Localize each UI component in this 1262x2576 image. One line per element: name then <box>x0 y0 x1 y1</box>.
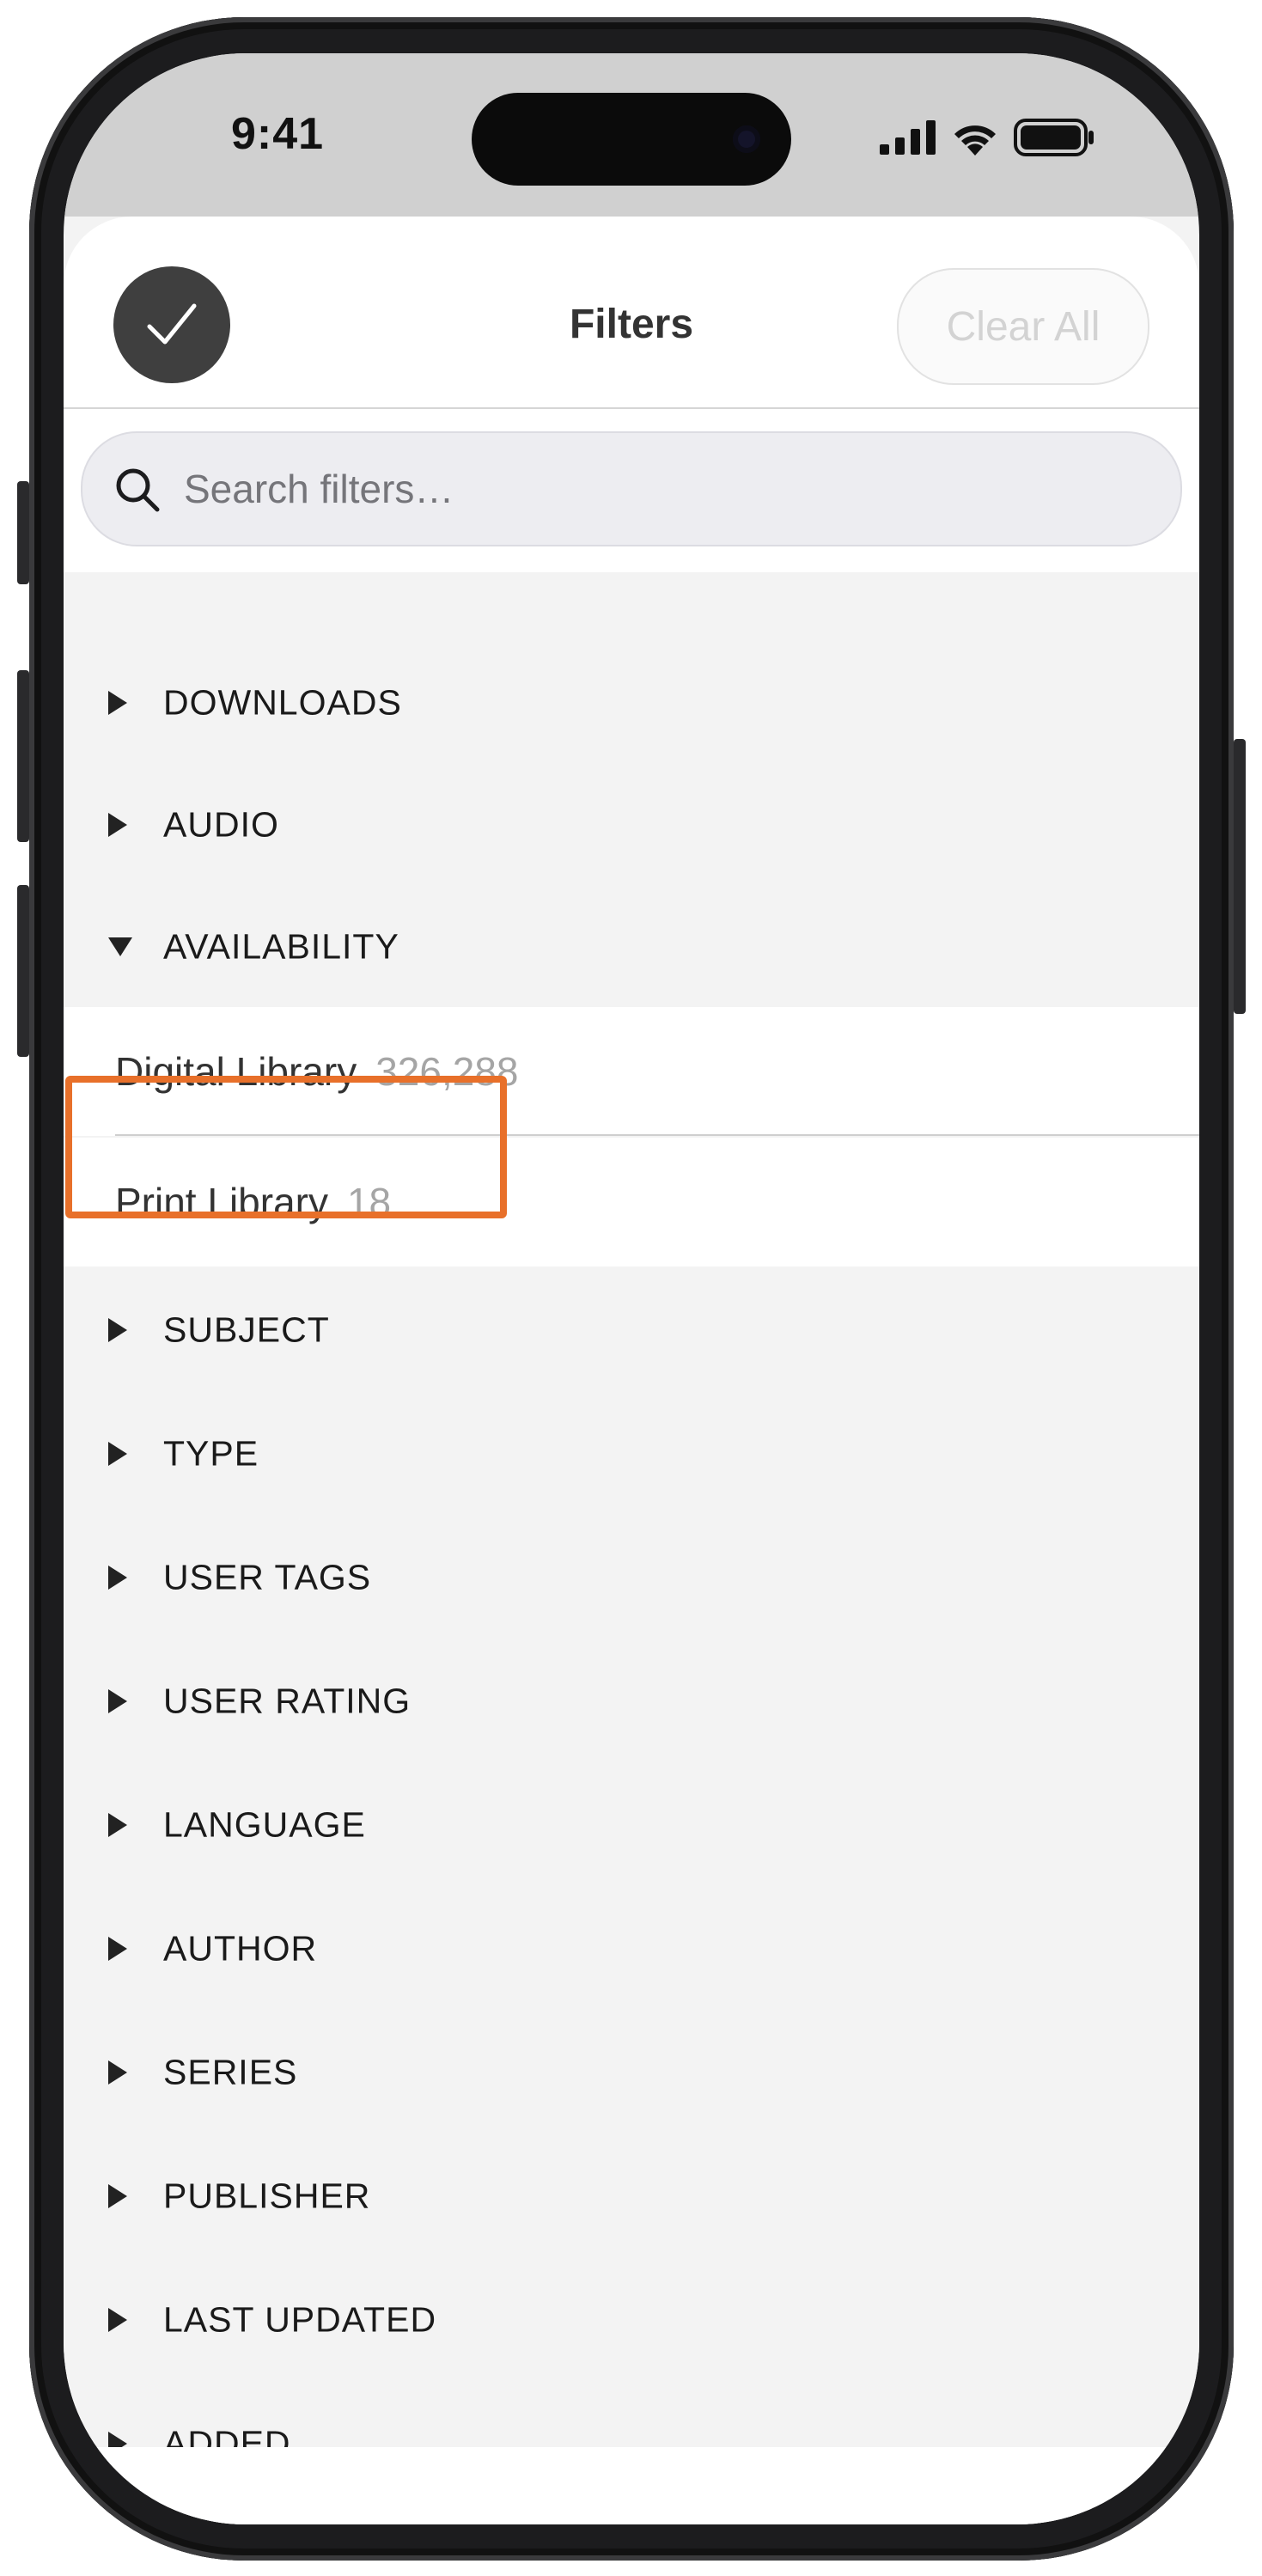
category-label: AUDIO <box>163 804 279 845</box>
category-label: SUBJECT <box>163 1309 330 1350</box>
category-label: DOWNLOADS <box>163 682 402 723</box>
triangle-right-icon <box>108 1813 127 1837</box>
triangle-right-icon <box>108 2060 127 2085</box>
triangle-right-icon <box>108 1566 127 1590</box>
status-icons <box>880 119 1094 156</box>
clear-all-button[interactable]: Clear All <box>897 268 1149 385</box>
action-button <box>17 481 29 584</box>
search-input[interactable] <box>182 455 1131 522</box>
category-type[interactable]: TYPE <box>64 1394 1199 1514</box>
wifi-icon <box>954 125 996 156</box>
battery-icon <box>1014 119 1094 156</box>
cellular-signal-icon <box>880 120 936 155</box>
highlight-box <box>65 1076 507 1218</box>
triangle-right-icon <box>108 691 127 715</box>
category-label: AVAILABILITY <box>163 926 399 967</box>
category-label: PUBLISHER <box>163 2176 371 2216</box>
category-availability[interactable]: AVAILABILITY <box>64 887 1199 1007</box>
triangle-down-icon <box>108 937 132 956</box>
dynamic-island <box>472 93 791 186</box>
camera-icon <box>733 125 760 153</box>
volume-down-button <box>17 885 29 1057</box>
category-audio[interactable]: AUDIO <box>64 765 1199 885</box>
category-author[interactable]: AUTHOR <box>64 1889 1199 2009</box>
triangle-right-icon <box>108 813 127 837</box>
search-bar[interactable] <box>81 431 1182 546</box>
sheet-header: Filters Clear All <box>64 217 1199 409</box>
category-user-rating[interactable]: USER RATING <box>64 1641 1199 1761</box>
volume-up-button <box>17 670 29 842</box>
triangle-right-icon <box>108 1442 127 1466</box>
triangle-right-icon <box>108 2308 127 2332</box>
category-downloads[interactable]: DOWNLOADS <box>64 643 1199 763</box>
status-bar: 9:41 <box>64 53 1199 217</box>
category-language[interactable]: LANGUAGE <box>64 1765 1199 1885</box>
category-publisher[interactable]: PUBLISHER <box>64 2136 1199 2256</box>
power-button <box>1234 739 1246 1014</box>
triangle-right-icon <box>108 1937 127 1961</box>
category-label: LANGUAGE <box>163 1804 366 1845</box>
category-label: TYPE <box>163 1433 259 1474</box>
status-time: 9:41 <box>231 109 325 159</box>
category-label: LAST UPDATED <box>163 2299 437 2340</box>
triangle-right-icon <box>108 1318 127 1342</box>
filters-sheet: Filters Clear All DOWNLOADS AUDIO AVAILA… <box>64 217 1199 2524</box>
category-user-tags[interactable]: USER TAGS <box>64 1517 1199 1638</box>
screen: 9:41 Filters Clear All Search filters… D… <box>64 53 1199 2524</box>
category-series[interactable]: SERIES <box>64 2012 1199 2133</box>
category-label: SERIES <box>163 2052 298 2092</box>
category-label: AUTHOR <box>163 1928 318 1969</box>
category-subject[interactable]: SUBJECT <box>64 1270 1199 1390</box>
search-section <box>64 409 1199 572</box>
search-icon <box>116 468 160 512</box>
home-indicator-area <box>64 2447 1199 2524</box>
category-label: USER RATING <box>163 1681 412 1721</box>
category-last-updated[interactable]: LAST UPDATED <box>64 2260 1199 2380</box>
triangle-right-icon <box>108 1689 127 1713</box>
category-label: USER TAGS <box>163 1557 372 1597</box>
triangle-right-icon <box>108 2184 127 2208</box>
